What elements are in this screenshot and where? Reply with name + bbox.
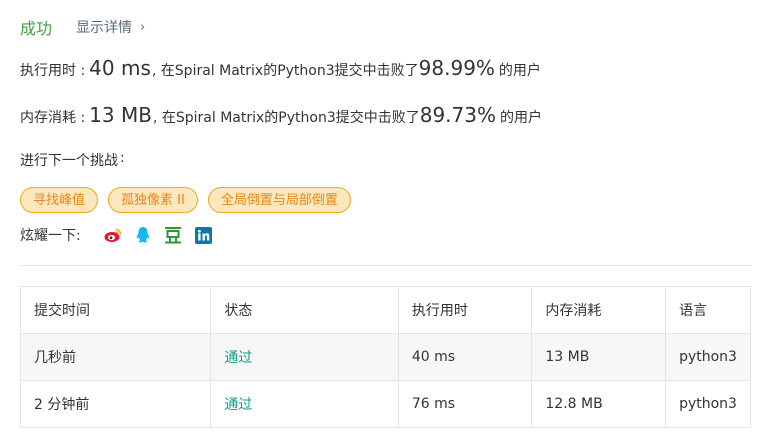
runtime-label: 执行用时 : xyxy=(20,63,86,79)
cell-runtime: 40 ms xyxy=(397,333,533,381)
next-challenge-colon: : xyxy=(120,150,125,166)
header-status[interactable]: 状态 xyxy=(210,286,399,334)
next-challenge-tags: 寻找峰值 孤独像素 II 全局倒置与局部倒置 xyxy=(20,187,351,213)
table-header-row: 提交时间 状态 执行用时 内存消耗 语言 xyxy=(19,286,751,334)
header-memory[interactable]: 内存消耗 xyxy=(531,286,667,334)
share-icons xyxy=(104,226,212,244)
share-row: 炫耀一下: xyxy=(20,224,212,246)
header-submit-time[interactable]: 提交时间 xyxy=(19,286,212,334)
challenge-tag-find-peak[interactable]: 寻找峰值 xyxy=(20,187,99,213)
status-accepted-link[interactable]: 通过 xyxy=(224,350,252,366)
section-divider xyxy=(20,265,751,266)
memory-value: 13 MB xyxy=(89,103,152,127)
next-challenge-heading: 进行下一个挑战: xyxy=(20,150,125,170)
status-success-text: 成功 xyxy=(20,19,53,38)
linkedin-icon[interactable] xyxy=(194,226,212,244)
memory-percent: 89.73% xyxy=(419,103,496,127)
runtime-percent: 98.99% xyxy=(418,56,495,80)
submissions-table: 提交时间 状态 执行用时 内存消耗 语言 几秒前 通过 40 ms 13 MB … xyxy=(19,286,751,428)
cell-submit-time: 2 分钟前 xyxy=(19,380,212,428)
show-details-label: 显示详情 xyxy=(76,20,133,36)
runtime-value: 40 ms xyxy=(89,56,151,80)
result-header: 成功 显示详情 › xyxy=(20,14,145,40)
challenge-tag-inversions[interactable]: 全局倒置与局部倒置 xyxy=(207,187,351,213)
header-language[interactable]: 语言 xyxy=(665,286,751,334)
cell-status: 通过 xyxy=(210,380,399,428)
cell-status: 通过 xyxy=(210,333,399,381)
next-challenge-label: 进行下一个挑战 xyxy=(20,153,118,169)
runtime-suffix: 的用户 xyxy=(498,63,541,79)
cell-language: python3 xyxy=(665,333,751,381)
memory-stat: 内存消耗 : 13 MB , 在Spiral Matrix的Python3提交中… xyxy=(20,103,542,127)
show-details-link[interactable]: 显示详情 › xyxy=(76,17,145,37)
table-row: 2 分钟前 通过 76 ms 12.8 MB python3 xyxy=(19,380,751,428)
cell-runtime: 76 ms xyxy=(397,380,533,428)
memory-suffix: 的用户 xyxy=(500,110,542,126)
runtime-stat: 执行用时 : 40 ms , 在Spiral Matrix的Python3提交中… xyxy=(20,56,541,80)
share-label: 炫耀一下: xyxy=(20,228,81,244)
status-accepted-link[interactable]: 通过 xyxy=(224,397,252,413)
douban-icon[interactable] xyxy=(164,226,182,244)
cell-submit-time: 几秒前 xyxy=(19,333,212,381)
cell-language: python3 xyxy=(665,380,751,428)
table-row: 几秒前 通过 40 ms 13 MB python3 xyxy=(19,333,751,381)
runtime-middle-text: , 在Spiral Matrix的Python3提交中击败了 xyxy=(151,63,419,79)
memory-middle-text: , 在Spiral Matrix的Python3提交中击败了 xyxy=(152,110,420,126)
challenge-tag-lonely-pixel[interactable]: 孤独像素 II xyxy=(108,187,198,213)
memory-label: 内存消耗 : xyxy=(20,110,86,126)
cell-memory: 12.8 MB xyxy=(531,380,667,428)
cell-memory: 13 MB xyxy=(531,333,667,381)
chevron-right-icon: › xyxy=(140,19,146,35)
weibo-icon[interactable] xyxy=(104,226,122,244)
submission-result-page: 成功 显示详情 › 执行用时 : 40 ms , 在Spiral Matrix的… xyxy=(0,0,768,447)
qq-icon[interactable] xyxy=(134,226,152,244)
header-runtime[interactable]: 执行用时 xyxy=(397,286,533,334)
